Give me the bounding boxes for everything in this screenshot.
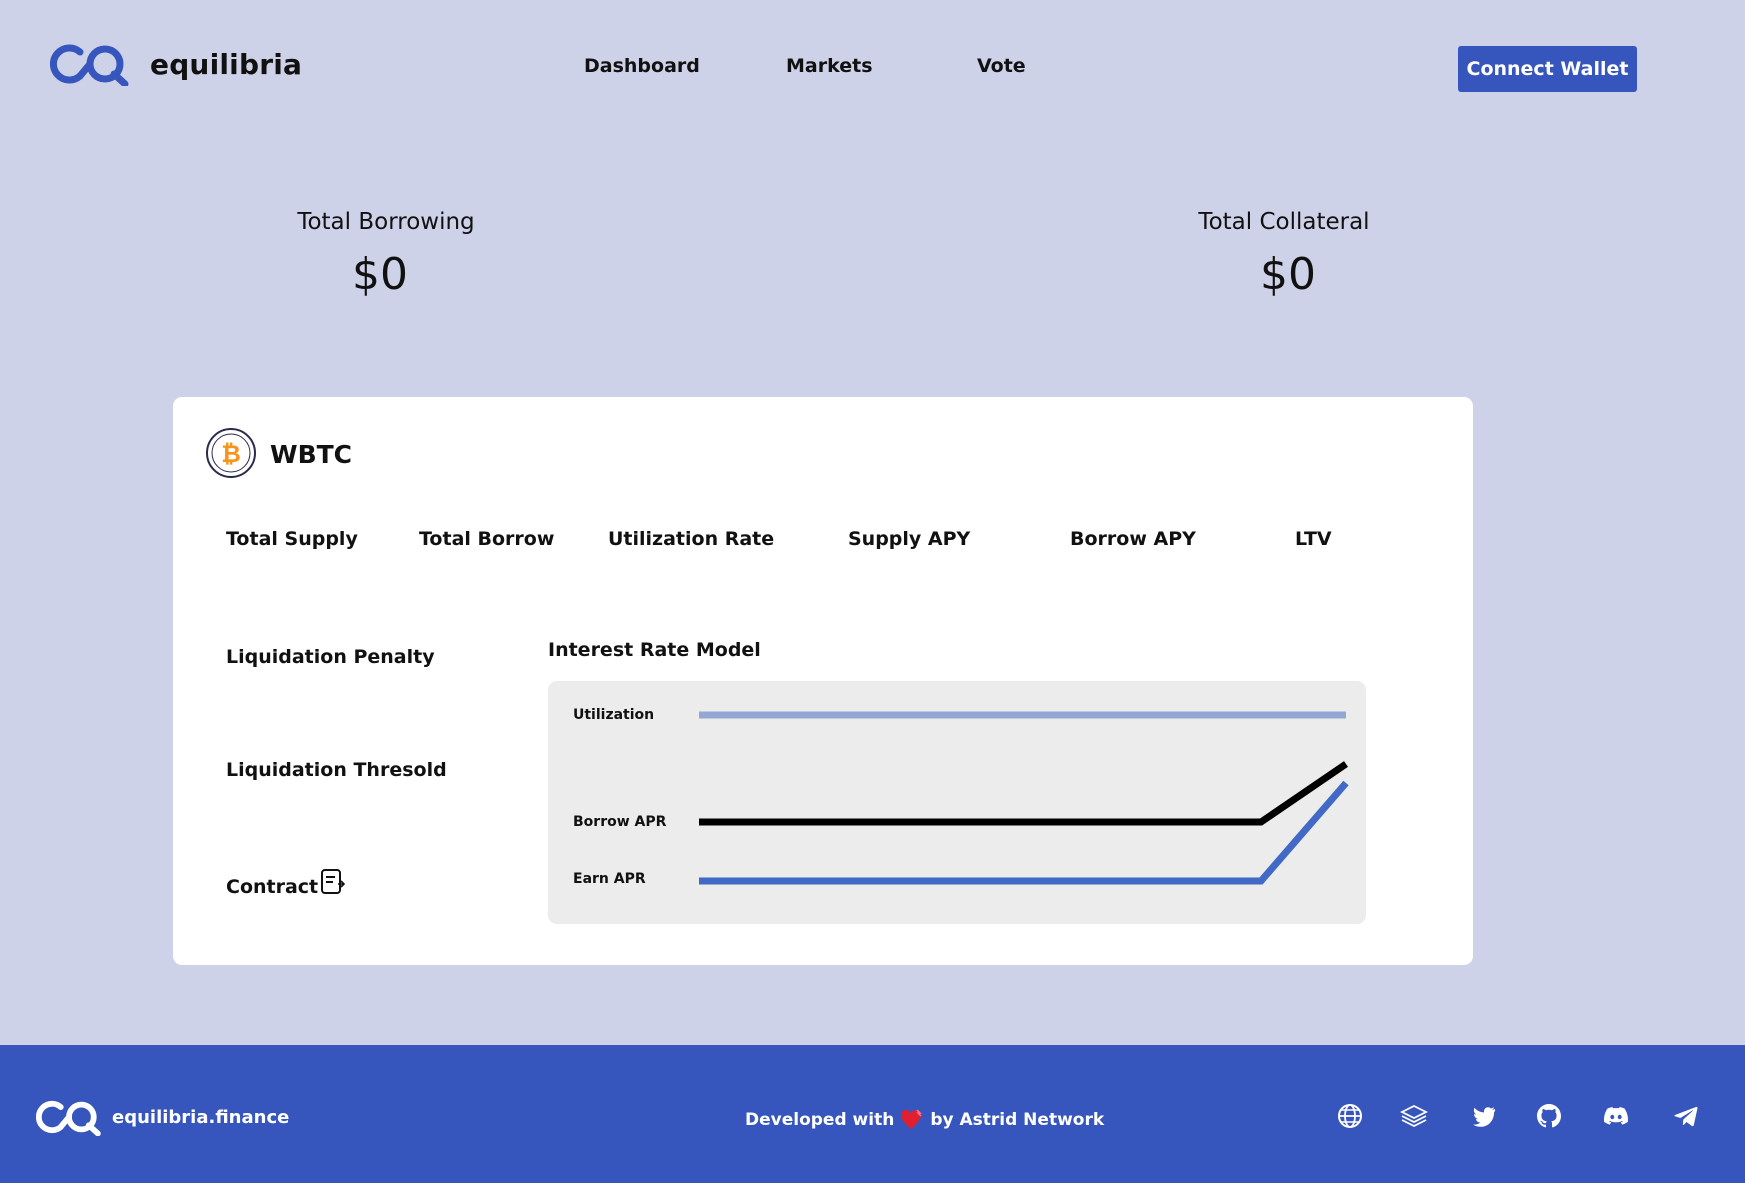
interest-rate-chart: Utilization Borrow APR Earn APR <box>548 681 1366 924</box>
brand-logo[interactable]: equilibria <box>50 42 302 86</box>
twitter-icon[interactable] <box>1470 1102 1498 1130</box>
metric-supply-apy: Supply APY <box>848 528 971 550</box>
discord-icon[interactable] <box>1602 1102 1630 1130</box>
total-borrowing-label: Total Borrowing <box>297 209 475 235</box>
metric-utilization-rate: Utilization Rate <box>608 528 775 550</box>
metric-ltv: LTV <box>1295 528 1332 550</box>
nav-vote[interactable]: Vote <box>977 55 1026 77</box>
svg-text:₿: ₿ <box>221 440 241 468</box>
globe-icon[interactable] <box>1336 1102 1364 1130</box>
metric-borrow-apy: Borrow APY <box>1070 528 1196 550</box>
total-borrowing-value: $0 <box>352 249 408 300</box>
earn-apr-line <box>699 780 1349 885</box>
telegram-icon[interactable] <box>1672 1102 1700 1130</box>
footer-brand[interactable]: equilibria.finance <box>36 1098 289 1136</box>
nav-markets[interactable]: Markets <box>786 55 873 77</box>
credit-suffix: by Astrid Network <box>930 1110 1105 1130</box>
credit-prefix: Developed with <box>745 1110 895 1130</box>
footer-credit: Developed with by Astrid Network <box>745 1108 1104 1132</box>
document-link-icon[interactable] <box>320 868 346 896</box>
equilibria-logo-icon <box>50 44 129 86</box>
layers-icon[interactable] <box>1400 1102 1428 1130</box>
metric-total-supply: Total Supply <box>226 528 358 550</box>
heart-icon <box>901 1109 923 1129</box>
contract-label: Contract <box>226 876 319 898</box>
liquidation-threshold-label: Liquidation Thresold <box>226 759 447 781</box>
liquidation-penalty-label: Liquidation Penalty <box>226 646 435 668</box>
interest-rate-model-title: Interest Rate Model <box>548 639 761 661</box>
footer: equilibria.finance Developed with by Ast… <box>0 1045 1745 1183</box>
nav-dashboard[interactable]: Dashboard <box>584 55 700 77</box>
borrow-apr-line <box>699 761 1348 826</box>
total-collateral-value: $0 <box>1260 249 1316 300</box>
equilibria-logo-icon <box>36 1100 101 1136</box>
brand-name: equilibria <box>150 47 303 81</box>
asset-name: WBTC <box>270 440 353 469</box>
asset-card: ₿ WBTC Total Supply Total Borrow Utiliza… <box>173 397 1473 965</box>
connect-wallet-button[interactable]: Connect Wallet <box>1458 46 1637 92</box>
total-collateral-label: Total Collateral <box>1198 209 1370 235</box>
contract-link[interactable]: Contract <box>226 868 346 898</box>
github-icon[interactable] <box>1535 1102 1563 1130</box>
rate-lines <box>699 711 1349 885</box>
footer-brand-name: equilibria.finance <box>112 1106 290 1128</box>
bitcoin-icon: ₿ <box>206 428 256 478</box>
metric-total-borrow: Total Borrow <box>419 528 555 550</box>
